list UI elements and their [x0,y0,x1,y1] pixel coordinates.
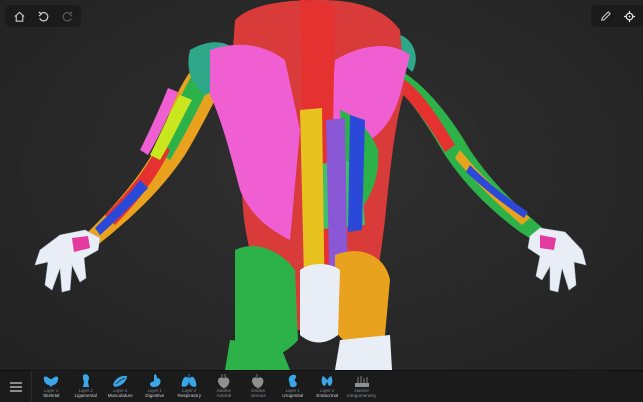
toolbar-right [591,5,643,27]
layer-name: Integumentary [347,393,377,399]
layer-name: Arterial [216,393,232,399]
ligament-icon [82,373,89,387]
kidney-icon [288,374,297,387]
menu-button[interactable] [0,370,32,402]
layer-name: Skeletal [43,393,60,399]
left-hand[interactable] [34,229,101,293]
layer-ligamental[interactable]: Layer 2 Ligamental [69,371,104,402]
center-button[interactable] [618,6,640,26]
undo-icon [37,10,48,21]
home-button[interactable] [8,6,30,26]
layer-skeletal[interactable]: Layer 1 Skeletal [34,371,69,402]
anatomy-model[interactable] [0,0,643,370]
skin-icon [354,375,369,387]
home-icon [13,11,25,22]
layer-name: Respiratory [177,393,202,399]
layer-endocrinal[interactable]: Layer 2 Endocrinal [310,371,345,402]
pelvis-icon [44,375,59,387]
layer-arterial[interactable]: inactive Arterial [207,371,242,402]
layer-bar: Layer 1 Skeletal Layer 2 Ligamental Laye… [0,370,643,402]
pencil-icon [600,10,611,21]
layer-name: venous [250,393,266,399]
thyroid-icon [321,375,333,386]
draw-button[interactable] [594,6,616,26]
right-arm[interactable] [389,34,555,248]
heart-venous-icon [252,373,264,388]
toolbar-left [5,5,81,27]
layer-name: Digestive [145,393,165,399]
crosshair-icon [623,10,635,22]
layer-venous[interactable]: inactive venous [241,371,276,402]
heart-arterial-icon [217,373,230,388]
redo-button[interactable] [56,6,78,26]
muscle-icon [113,375,128,387]
layer-name: Ligamental [74,393,97,399]
layer-name: Musculature [107,393,133,399]
layer-digestive[interactable]: Layer 1 Digestive [138,371,173,402]
layer-urogenital[interactable]: Layer 1 Urogenital [276,371,311,402]
hamburger-menu-icon [9,381,22,392]
layer-name: Endocrinal [316,393,339,399]
layer-musculature[interactable]: Layer 6 Musculature [103,371,138,402]
layer-respiratory[interactable]: Layer 2 Respiratory [172,371,207,402]
layer-list: Layer 1 Skeletal Layer 2 Ligamental Laye… [32,371,379,402]
undo-button[interactable] [32,6,54,26]
back-torso[interactable] [210,0,410,370]
layer-name: Urogenital [282,393,304,399]
3d-viewport[interactable] [0,0,643,370]
redo-icon [62,10,73,21]
right-hand[interactable] [527,227,587,293]
lungs-icon [181,373,197,387]
layer-integumentary[interactable]: inactive Integumentary [345,371,380,402]
stomach-icon [149,373,161,387]
